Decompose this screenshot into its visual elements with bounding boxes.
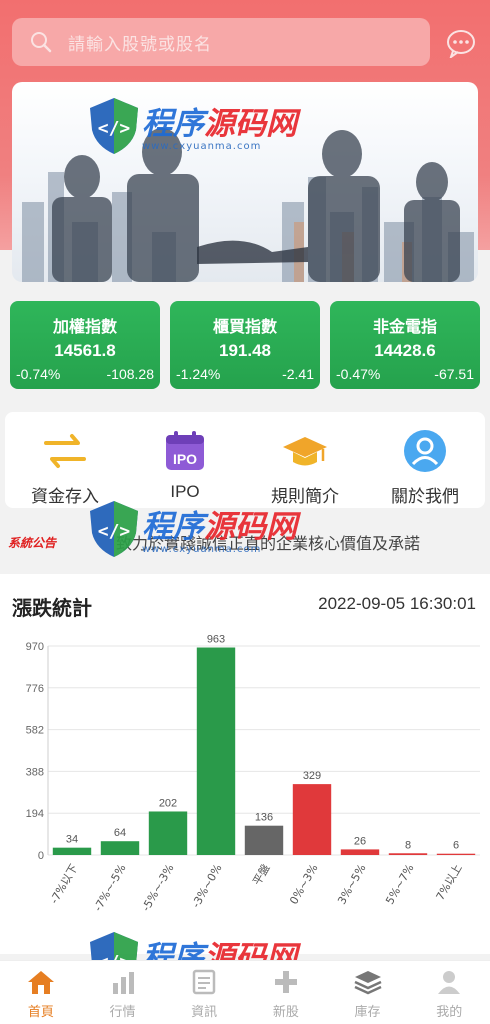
bar-value-label: 34 [66, 834, 78, 846]
index-card-taiex[interactable]: 加權指數 14561.8 -0.74% -108.28 [10, 301, 160, 389]
quick-action-label: 資金存入 [31, 487, 99, 506]
bar-value-label: 202 [159, 797, 177, 809]
bar-value-label: 26 [354, 835, 366, 847]
bar-value-label: 6 [453, 840, 459, 852]
index-pct: -1.24% [176, 366, 221, 382]
index-value: 14561.8 [54, 341, 116, 360]
tab-label: 我的 [436, 1004, 463, 1019]
search-input[interactable]: 請輸入股號或股名 [68, 30, 212, 55]
y-tick-label: 582 [26, 725, 44, 737]
category-label: 3%~5% [335, 862, 368, 907]
quick-ipo-button[interactable]: IPO IPO [130, 412, 240, 508]
bar [436, 853, 476, 855]
category-label: -5%~-3% [139, 862, 176, 914]
stats-title: 漲跌統計 [12, 598, 92, 620]
bar-value-label: 136 [255, 812, 273, 824]
notice-text: 致力於實踐誠信正直的企業核心價值及承諾 [116, 536, 421, 553]
category-label: -7%以下 [48, 862, 81, 906]
index-name: 加權指數 [52, 319, 117, 336]
index-name: 非金電指 [372, 319, 437, 336]
bar [196, 647, 236, 855]
tab-inventory[interactable]: 庫存 [327, 961, 409, 1024]
index-change: -67.51 [434, 366, 474, 382]
bar-value-label: 329 [303, 770, 321, 782]
plus-icon [274, 971, 297, 993]
category-label: 5%~7% [383, 862, 416, 907]
tab-profile[interactable]: 我的 [408, 961, 490, 1024]
quick-about-button[interactable]: 關於我們 [370, 412, 480, 508]
tab-label: 行情 [109, 1004, 136, 1019]
quick-action-label: 規則簡介 [271, 487, 339, 506]
bottom-tab-bar: 首頁 行情 資訊 新股 庫存 我的 [0, 960, 490, 1024]
promo-banner[interactable] [12, 82, 478, 282]
index-card-otc[interactable]: 櫃買指數 191.48 -1.24% -2.41 [170, 301, 320, 389]
bar [244, 825, 284, 855]
quick-rules-button[interactable]: 規則簡介 [250, 412, 360, 508]
advance-decline-chart: 0 194 388 582 776 970 34 -7%以下 64 -7%~-5% 202 -5%~-… [26, 634, 480, 914]
stats-timestamp: 2022-09-05 16:30:01 [318, 594, 476, 613]
bar-value-label: 8 [405, 839, 411, 851]
category-label: 7%以上 [434, 862, 465, 903]
quick-action-label: IPO [170, 482, 200, 501]
svg-text:IPO: IPO [173, 451, 197, 467]
index-card-non-finance[interactable]: 非金電指 14428.6 -0.47% -67.51 [330, 301, 480, 389]
layers-icon [353, 971, 382, 995]
bar [292, 784, 332, 855]
user-icon [438, 971, 461, 994]
home-icon [27, 971, 54, 994]
index-pct: -0.74% [16, 366, 61, 382]
search-icon [31, 32, 52, 53]
quick-actions: 資金存入 IPO IPO 規則簡介 關於我們 [5, 412, 485, 508]
bar-value-label: 64 [114, 827, 126, 839]
ipo-calendar-icon: IPO [166, 431, 204, 470]
banner-image [22, 128, 474, 282]
index-value: 14428.6 [374, 341, 436, 360]
category-label: 平盤 [250, 862, 272, 888]
tab-label: 庫存 [354, 1004, 381, 1019]
category-label: -3%~0% [189, 862, 224, 910]
bar [100, 841, 140, 855]
tab-new-stock[interactable]: 新股 [245, 961, 327, 1024]
tab-label: 首頁 [27, 1004, 54, 1019]
chat-icon[interactable] [445, 28, 477, 58]
bar [148, 811, 188, 855]
market-stats-panel: 漲跌統計 2022-09-05 16:30:01 0 194 388 582 776 97… [0, 574, 490, 954]
y-tick-label: 388 [26, 766, 44, 778]
y-tick-label: 970 [26, 641, 44, 653]
category-label: 0%~3% [287, 862, 320, 907]
graduation-cap-icon [283, 437, 327, 466]
news-icon [192, 969, 216, 995]
y-tick-label: 776 [26, 683, 44, 695]
index-change: -108.28 [106, 366, 154, 382]
tab-home[interactable]: 首頁 [0, 961, 82, 1024]
tab-news[interactable]: 資訊 [163, 961, 245, 1024]
transfer-arrows-icon [44, 434, 86, 468]
index-value: 191.48 [219, 341, 271, 360]
category-label: -7%~-5% [91, 862, 128, 914]
notice-tag: 系統公告 [8, 535, 57, 550]
bar [340, 849, 380, 855]
bar [388, 853, 428, 855]
index-name: 櫃買指數 [212, 319, 277, 336]
index-change: -2.41 [282, 366, 314, 382]
y-tick-label: 0 [38, 850, 44, 862]
notice-bar[interactable]: 系統公告 致力於實踐誠信正直的企業核心價值及承諾 [0, 522, 490, 562]
chart-icon [112, 972, 134, 994]
bar [52, 847, 92, 855]
tab-label: 資訊 [191, 1004, 218, 1019]
y-tick-label: 194 [26, 808, 44, 820]
tab-market[interactable]: 行情 [82, 961, 164, 1024]
bar-value-label: 963 [207, 634, 225, 646]
market-indices: 加權指數 14561.8 -0.74% -108.28 櫃買指數 191.48 -… [10, 301, 480, 389]
quick-deposit-button[interactable]: 資金存入 [10, 412, 120, 508]
index-pct: -0.47% [336, 366, 381, 382]
search-bar[interactable]: 請輸入股號或股名 [12, 18, 430, 66]
tab-label: 新股 [272, 1004, 299, 1019]
quick-action-label: 關於我們 [391, 487, 459, 506]
user-circle-icon [404, 430, 446, 472]
